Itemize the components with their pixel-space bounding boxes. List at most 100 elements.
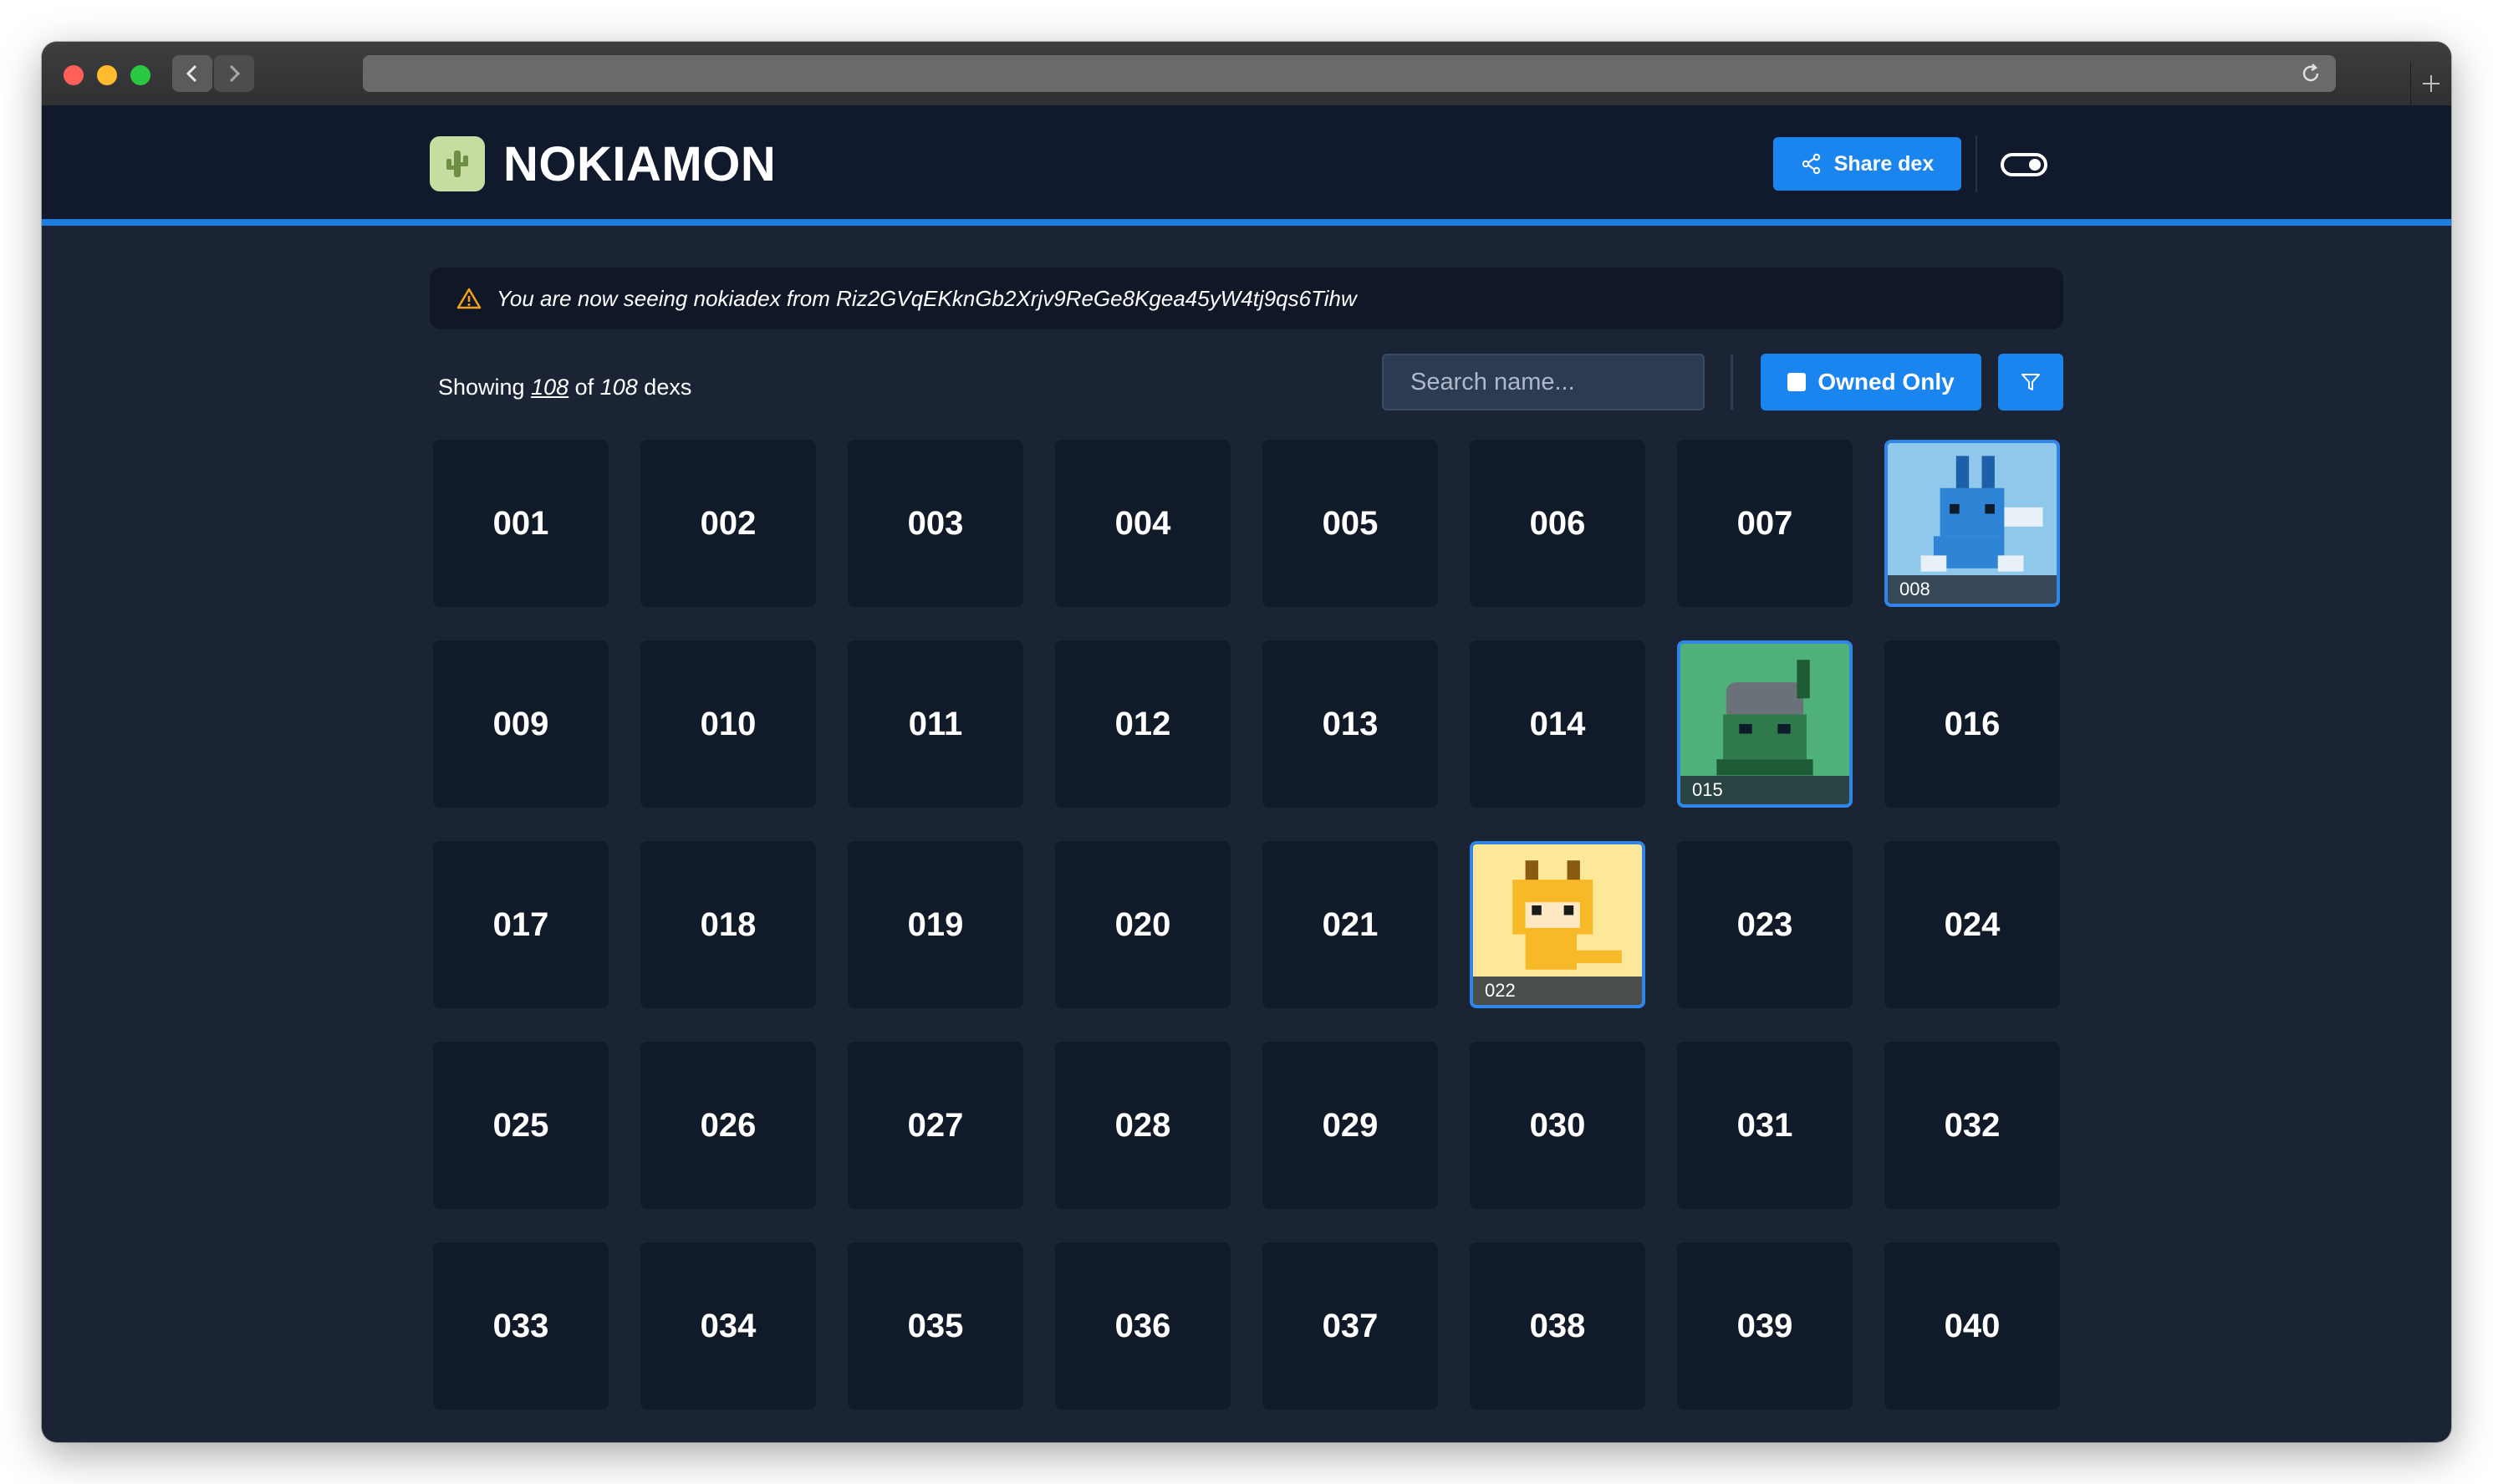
dex-card-number: 018 [700,905,757,943]
dex-card-number: 026 [700,1106,757,1144]
dex-card-number: 011 [908,705,963,742]
dex-card-027[interactable]: 027 [848,1042,1023,1209]
dex-card-number: 035 [907,1307,964,1344]
dex-card-number: 005 [1322,504,1379,542]
address-bar[interactable] [363,55,2336,92]
results-count: Showing 108 of 108 dexs [438,375,691,400]
filter-button[interactable] [1998,354,2063,411]
dex-card-039[interactable]: 039 [1677,1242,1853,1410]
dex-card-005[interactable]: 005 [1262,440,1438,607]
dex-card-012[interactable]: 012 [1055,640,1231,808]
owned-only-checkbox[interactable] [1787,373,1807,391]
dex-card-015[interactable]: 015 [1677,640,1853,808]
dex-card-number: 038 [1529,1307,1586,1344]
dex-card-034[interactable]: 034 [640,1242,816,1410]
dex-card-number: 016 [1944,705,2001,742]
close-window-icon[interactable] [64,65,84,85]
dex-card-026[interactable]: 026 [640,1042,816,1209]
header-divider [1976,135,1977,192]
dex-card-004[interactable]: 004 [1055,440,1231,607]
dex-card-006[interactable]: 006 [1470,440,1645,607]
toggle-knob [2029,159,2041,171]
dex-card-number: 001 [492,504,549,542]
results-of: of [574,375,594,400]
plus-icon [2423,75,2439,92]
dex-card-014[interactable]: 014 [1470,640,1645,808]
owned-only-toggle[interactable]: Owned Only [1761,354,1981,411]
reload-icon[interactable] [2299,62,2322,85]
dex-card-number: 019 [907,905,964,943]
dex-card-number: 023 [1736,905,1793,943]
browser-window: NOKIAMON Share dex You are now seeing no… [42,42,2451,1442]
dex-card-037[interactable]: 037 [1262,1242,1438,1410]
dex-card-008[interactable]: 008 [1884,440,2060,607]
dex-card-010[interactable]: 010 [640,640,816,808]
dex-card-003[interactable]: 003 [848,440,1023,607]
dex-card-023[interactable]: 023 [1677,841,1853,1008]
dex-card-033[interactable]: 033 [433,1242,609,1410]
shared-dex-notice: You are now seeing nokiadex from Riz2GVq… [430,268,2063,329]
dex-card-number: 002 [700,504,757,542]
dex-card-number: 021 [1322,905,1379,943]
dex-card-number: 025 [492,1106,549,1144]
dex-card-025[interactable]: 025 [433,1042,609,1209]
dex-card-number: 017 [492,905,549,943]
dex-card-007[interactable]: 007 [1677,440,1853,607]
dex-card-019[interactable]: 019 [848,841,1023,1008]
browser-toolbar [42,42,2451,106]
dex-card-022[interactable]: 022 [1470,841,1645,1008]
dex-card-029[interactable]: 029 [1262,1042,1438,1209]
app-title[interactable]: NOKIAMON [503,137,776,192]
dex-card-number: 006 [1529,504,1586,542]
forward-button[interactable] [214,55,254,92]
dex-card-021[interactable]: 021 [1262,841,1438,1008]
share-dex-label: Share dex [1833,151,1935,176]
dex-card-number: 004 [1114,504,1171,542]
dex-card-number: 036 [1114,1307,1171,1344]
dex-card-number: 029 [1322,1106,1379,1144]
dex-card-030[interactable]: 030 [1470,1042,1645,1209]
dex-card-number: 007 [1736,504,1793,542]
dex-card-028[interactable]: 028 [1055,1042,1231,1209]
theme-toggle[interactable] [2001,153,2047,176]
share-dex-button[interactable]: Share dex [1773,137,1961,191]
minimize-window-icon[interactable] [97,65,117,85]
back-button[interactable] [172,55,212,92]
dex-card-017[interactable]: 017 [433,841,609,1008]
dex-card-038[interactable]: 038 [1470,1242,1645,1410]
dex-card-number: 013 [1322,705,1379,742]
dex-card-number: 009 [492,705,549,742]
filter-icon [2021,374,2040,390]
dex-card-018[interactable]: 018 [640,841,816,1008]
dex-card-number: 040 [1944,1307,2001,1344]
dex-card-number: 037 [1322,1307,1379,1344]
dex-card-number: 010 [700,705,757,742]
dex-card-031[interactable]: 031 [1677,1042,1853,1209]
chevron-right-icon [229,64,241,83]
dex-card-032[interactable]: 032 [1884,1042,2060,1209]
chevron-left-icon [186,64,197,83]
dex-card-016[interactable]: 016 [1884,640,2060,808]
dex-card-number: 034 [700,1307,757,1344]
dex-card-013[interactable]: 013 [1262,640,1438,808]
toolbar-divider [1731,354,1733,410]
dex-card-number: 003 [907,504,964,542]
dex-card-009[interactable]: 009 [433,640,609,808]
dex-card-number: 008 [1888,575,2057,604]
notice-text: You are now seeing nokiadex from Riz2GVq… [497,285,1357,311]
dex-card-040[interactable]: 040 [1884,1242,2060,1410]
dex-card-036[interactable]: 036 [1055,1242,1231,1410]
dex-card-035[interactable]: 035 [848,1242,1023,1410]
dex-card-024[interactable]: 024 [1884,841,2060,1008]
app-logo[interactable] [430,136,485,191]
dex-card-011[interactable]: 011 [848,640,1023,808]
new-tab-button[interactable] [2410,62,2451,105]
search-input[interactable] [1382,354,1705,411]
maximize-window-icon[interactable] [130,65,150,85]
dex-card-020[interactable]: 020 [1055,841,1231,1008]
dex-card-number: 030 [1529,1106,1586,1144]
dex-card-001[interactable]: 001 [433,440,609,607]
results-prefix: Showing [438,375,525,400]
dex-card-002[interactable]: 002 [640,440,816,607]
cactus-logo-icon [446,150,468,177]
